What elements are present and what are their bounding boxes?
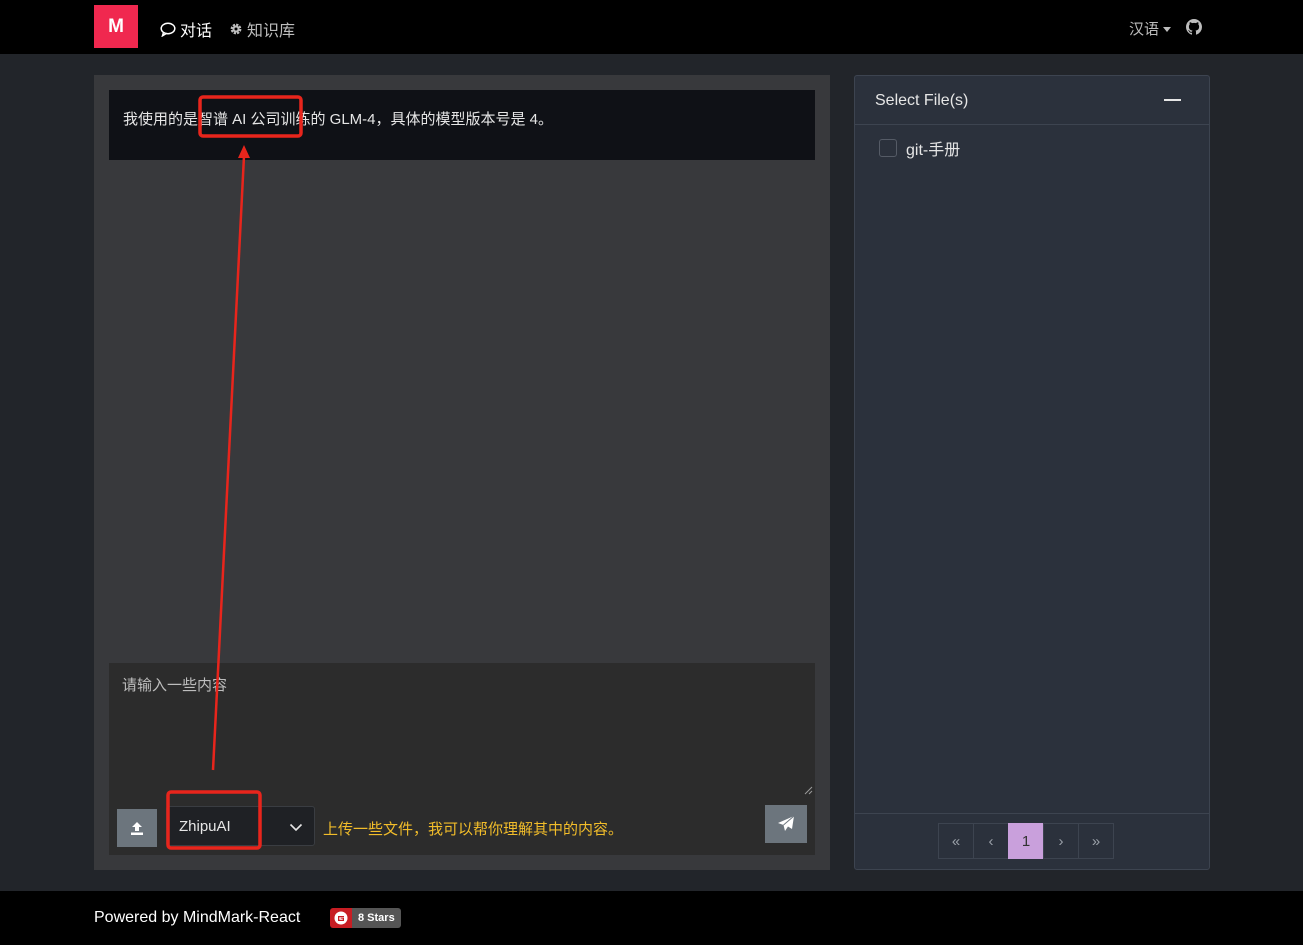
send-button[interactable] (765, 805, 807, 843)
nav-kb-label: 知识库 (247, 23, 296, 40)
pagination: « ‹ 1 › » (938, 823, 1114, 859)
language-dropdown[interactable]: 汉语 (1129, 18, 1171, 39)
upload-button[interactable] (117, 809, 157, 847)
resize-grip-icon[interactable] (803, 785, 813, 795)
file-panel-footer: « ‹ 1 › » (855, 813, 1209, 869)
collapse-minus-icon[interactable] (1164, 99, 1181, 101)
file-checkbox[interactable] (879, 139, 897, 157)
paper-plane-icon (778, 815, 795, 831)
chat-input-area: ZhipuAI 上传一些文件，我可以帮你理解其中的内容。 (109, 663, 815, 855)
nav-chat-link[interactable]: 对话 (160, 17, 212, 41)
app-logo[interactable]: M (94, 5, 138, 48)
page-current-button[interactable]: 1 (1008, 823, 1044, 859)
github-icon[interactable] (1186, 19, 1202, 35)
file-select-panel: Select File(s) git-手册 « ‹ 1 › » (854, 75, 1210, 870)
file-panel-title: Select File(s) (875, 92, 969, 109)
nav-chat-label: 对话 (180, 23, 213, 40)
gitee-logo-icon (330, 908, 352, 928)
language-label: 汉语 (1128, 21, 1159, 38)
model-select[interactable]: ZhipuAI (166, 806, 315, 846)
nav-knowledge-base-link[interactable]: 知识库 (229, 17, 295, 41)
model-selected-value: ZhipuAI (179, 817, 231, 835)
gear-icon (230, 23, 242, 35)
top-navbar: M 对话 知识库 汉语 (0, 0, 1303, 54)
message-text: 我使用的是智谱 AI 公司训练的 GLM-4，具体的模型版本号是 4。 (123, 111, 554, 128)
chat-input[interactable] (109, 663, 815, 797)
caret-down-icon (1163, 27, 1171, 32)
page-last-button[interactable]: » (1078, 823, 1114, 859)
page-next-button[interactable]: › (1043, 823, 1079, 859)
page-first-button[interactable]: « (938, 823, 974, 859)
upload-hint: 上传一些文件，我可以帮你理解其中的内容。 (323, 821, 624, 838)
page-prev-button[interactable]: ‹ (973, 823, 1009, 859)
file-list-item[interactable]: git-手册 (879, 136, 960, 160)
chat-bubble-icon (160, 22, 176, 37)
chevron-down-icon (289, 823, 303, 832)
footer: Powered by MindMark-React 8 Stars (0, 891, 1303, 945)
file-item-label: git-手册 (906, 142, 961, 159)
stars-count: 8 Stars (352, 908, 401, 928)
assistant-message: 我使用的是智谱 AI 公司训练的 GLM-4，具体的模型版本号是 4。 (109, 90, 815, 160)
powered-by-text: Powered by MindMark-React (94, 909, 301, 926)
file-panel-header: Select File(s) (855, 76, 1209, 125)
chat-panel: 我使用的是智谱 AI 公司训练的 GLM-4，具体的模型版本号是 4。 Zhip… (94, 75, 830, 870)
stars-badge[interactable]: 8 Stars (330, 908, 401, 928)
upload-icon (131, 822, 143, 835)
